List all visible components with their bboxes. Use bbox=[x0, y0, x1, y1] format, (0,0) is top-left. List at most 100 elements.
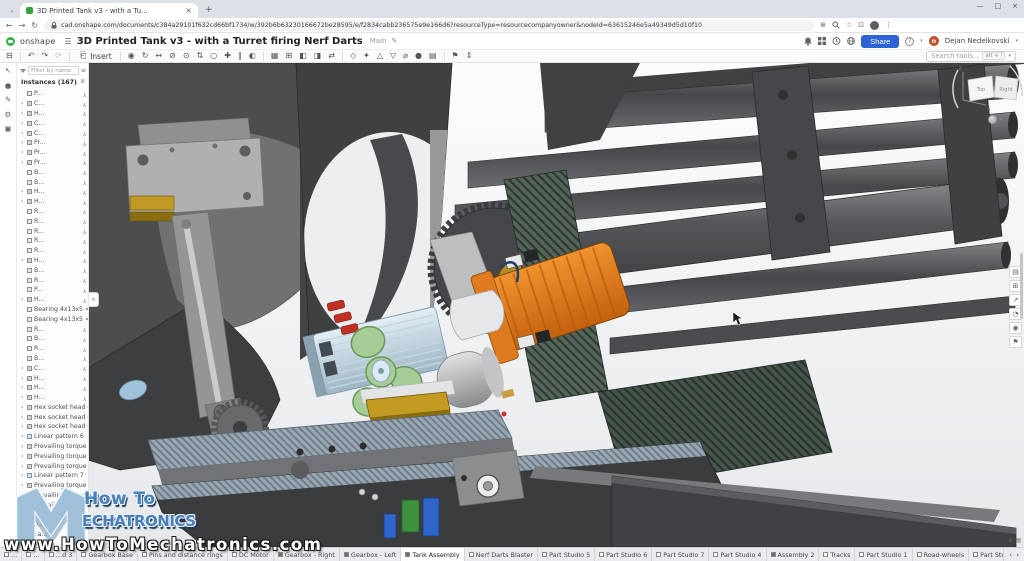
versions-icon[interactable] bbox=[832, 37, 841, 45]
search-caret-icon[interactable]: ▾ bbox=[1008, 53, 1011, 59]
toolbar-replicate-icon[interactable]: ⇄ bbox=[326, 52, 337, 60]
appearance-brush-icon[interactable]: ✎ bbox=[5, 96, 11, 104]
toolbar-slider-icon[interactable]: ↔ bbox=[153, 52, 164, 60]
address-bar[interactable]: cad.onshape.com/documents/c384a29101f632… bbox=[44, 20, 814, 31]
toolbar-interference-icon[interactable]: ⚑ bbox=[450, 52, 461, 60]
tree-item[interactable]: R...Y bbox=[17, 344, 88, 354]
tree-item[interactable]: B...Y bbox=[17, 334, 88, 344]
tree-item[interactable]: R...Y bbox=[17, 275, 88, 285]
dock-icon[interactable]: ⌂ bbox=[1009, 537, 1013, 544]
window-minimize-button[interactable]: — bbox=[977, 2, 984, 10]
expand-chevron-icon[interactable]: › bbox=[21, 130, 25, 137]
help-button[interactable]: ? bbox=[905, 37, 914, 46]
help-caret-icon[interactable]: ▾ bbox=[920, 38, 923, 44]
toolbar-drawing-icon[interactable]: ⇕ bbox=[464, 52, 475, 60]
browser-menu-icon[interactable]: ⋮ bbox=[885, 21, 892, 29]
document-tab[interactable]: Road-wheels bbox=[913, 548, 970, 561]
expand-chevron-icon[interactable]: › bbox=[21, 463, 25, 470]
tree-item[interactable]: ›H...Y bbox=[17, 256, 88, 266]
document-tab[interactable]: Part Studio 3 bbox=[969, 548, 1003, 561]
edit-pencil-icon[interactable]: ✎ bbox=[391, 37, 397, 45]
tree-item[interactable]: ›H...Y bbox=[17, 295, 88, 305]
toolbar-fastened-icon[interactable]: ✚ bbox=[222, 52, 233, 60]
tree-item[interactable]: R...Y bbox=[17, 216, 88, 226]
tree-item[interactable]: R...Y bbox=[17, 324, 88, 334]
document-tab[interactable]: Part Studio 1 bbox=[855, 548, 912, 561]
tree-item[interactable]: ›H...Y bbox=[17, 197, 88, 207]
onshape-logo-icon[interactable] bbox=[6, 37, 15, 46]
tree-item[interactable]: ›Pr...Y bbox=[17, 158, 88, 168]
toolbar-mirror-icon[interactable]: ◨ bbox=[312, 52, 324, 60]
tree-item[interactable]: ›Prevailing torque n... bbox=[17, 442, 88, 452]
toolbar-tangent-icon[interactable]: ◐ bbox=[247, 52, 258, 60]
window-maximize-button[interactable]: □ bbox=[995, 2, 1002, 10]
window-close-button[interactable]: × bbox=[1012, 2, 1018, 10]
tree-item[interactable]: ›Prevailing torque n... bbox=[17, 451, 88, 461]
search-icon[interactable] bbox=[832, 21, 840, 29]
expand-chevron-icon[interactable]: › bbox=[21, 100, 25, 107]
tree-item[interactable]: R...Y bbox=[17, 236, 88, 246]
toolbar-cylindrical-icon[interactable]: ⊙ bbox=[181, 52, 192, 60]
tree-item[interactable]: ›Pr...Y bbox=[17, 138, 88, 148]
expand-chevron-icon[interactable]: › bbox=[21, 257, 25, 264]
orientation-sphere[interactable]: ▾ bbox=[988, 115, 1002, 124]
tree-item[interactable]: P...Y bbox=[17, 89, 88, 99]
tab-search-chevron-icon[interactable]: ⌄ bbox=[6, 4, 18, 16]
expand-chevron-icon[interactable]: › bbox=[21, 365, 25, 372]
document-tab[interactable]: Nerf Darts Blaster bbox=[465, 548, 538, 561]
toolbar-named-positions-icon[interactable]: △ bbox=[375, 52, 385, 60]
tree-item[interactable]: ›H...Y bbox=[17, 393, 88, 403]
tree-options-icon[interactable]: ≡ bbox=[81, 67, 86, 74]
expand-chevron-icon[interactable]: › bbox=[21, 159, 25, 166]
toolbar-pin-slot-icon[interactable]: ⇅ bbox=[195, 52, 206, 60]
expand-chevron-icon[interactable]: › bbox=[21, 423, 25, 430]
filter-input[interactable]: Filter by name bbox=[28, 66, 79, 75]
tree-item[interactable]: ›Hex socket head ca... bbox=[17, 412, 88, 422]
select-tool-icon[interactable]: ↖ bbox=[5, 67, 11, 75]
tree-item[interactable]: ›Hex socket head ca... bbox=[17, 403, 88, 413]
toolbar-revolute-icon[interactable]: ↻ bbox=[140, 52, 151, 60]
document-tab[interactable]: Tracks bbox=[819, 548, 855, 561]
extensions-icon[interactable]: ⊡ bbox=[858, 21, 864, 29]
toolbar-circular-pattern-icon[interactable]: ◧ bbox=[297, 52, 309, 60]
reload-button[interactable]: ↻ bbox=[31, 21, 38, 30]
expand-chevron-icon[interactable]: › bbox=[21, 394, 25, 401]
tree-item[interactable]: ›H...Y bbox=[17, 373, 88, 383]
tabs-scroll-right-button[interactable]: › bbox=[1016, 551, 1019, 559]
orientation-sphere-icon[interactable] bbox=[988, 115, 997, 124]
toolbar-linear-pattern-icon[interactable]: ⊞ bbox=[283, 52, 294, 60]
tree-item[interactable]: ›H...Y bbox=[17, 187, 88, 197]
document-menu-icon[interactable]: ☰ bbox=[65, 37, 72, 46]
toolbar-section-view-icon[interactable]: ▽ bbox=[388, 52, 398, 60]
new-tab-button[interactable]: + bbox=[205, 5, 213, 15]
browser-profile-avatar[interactable] bbox=[870, 21, 879, 30]
toolbar-undo-icon[interactable]: ↶ bbox=[26, 52, 37, 60]
toolbar-ball-icon[interactable]: ○ bbox=[208, 52, 219, 60]
tree-item[interactable]: ›Linear pattern 6 bbox=[17, 432, 88, 442]
tabs-scroll-left-button[interactable]: ‹ bbox=[1009, 551, 1012, 559]
document-tab[interactable]: Part Studio 5 bbox=[538, 548, 595, 561]
tree-item[interactable]: ›C...Y bbox=[17, 128, 88, 138]
tree-item[interactable]: Bearing 4x13x5 <3... bbox=[17, 314, 88, 324]
expand-chevron-icon[interactable]: › bbox=[21, 433, 25, 440]
document-tab[interactable]: Part Studio 7 bbox=[652, 548, 709, 561]
expand-chevron-icon[interactable]: › bbox=[21, 198, 25, 205]
toolbar-explode-icon[interactable]: ✦ bbox=[361, 52, 372, 60]
graphics-area[interactable]: Top Right Z X ↖●✎⚙▣ Filter by name ≡ Ins… bbox=[0, 63, 1024, 547]
appearances-button[interactable]: ◉ bbox=[1009, 322, 1022, 334]
browser-tab[interactable]: 3D Printed Tank v3 - with a Tu... × bbox=[20, 3, 198, 18]
tree-item[interactable]: R...Y bbox=[17, 226, 88, 236]
expand-chevron-icon[interactable]: › bbox=[21, 188, 25, 195]
tree-item[interactable]: ›Linear pattern 7 bbox=[17, 471, 88, 481]
tree-item[interactable]: ›C...Y bbox=[17, 118, 88, 128]
tree-item[interactable]: R...Y bbox=[17, 207, 88, 217]
toolbar-appearance-icon[interactable]: ● bbox=[413, 52, 424, 60]
expand-chevron-icon[interactable]: › bbox=[21, 404, 25, 411]
tree-item[interactable]: B...Y bbox=[17, 167, 88, 177]
tree-item[interactable]: B...Y bbox=[17, 177, 88, 187]
globe-icon[interactable] bbox=[847, 37, 855, 45]
tree-item[interactable]: R...Y bbox=[17, 246, 88, 256]
expand-chevron-icon[interactable]: › bbox=[21, 375, 25, 382]
search-tools-input[interactable]: Search tools... alt + / ▾ bbox=[926, 51, 1016, 62]
settings-gear-icon[interactable]: ⚙ bbox=[5, 111, 12, 119]
